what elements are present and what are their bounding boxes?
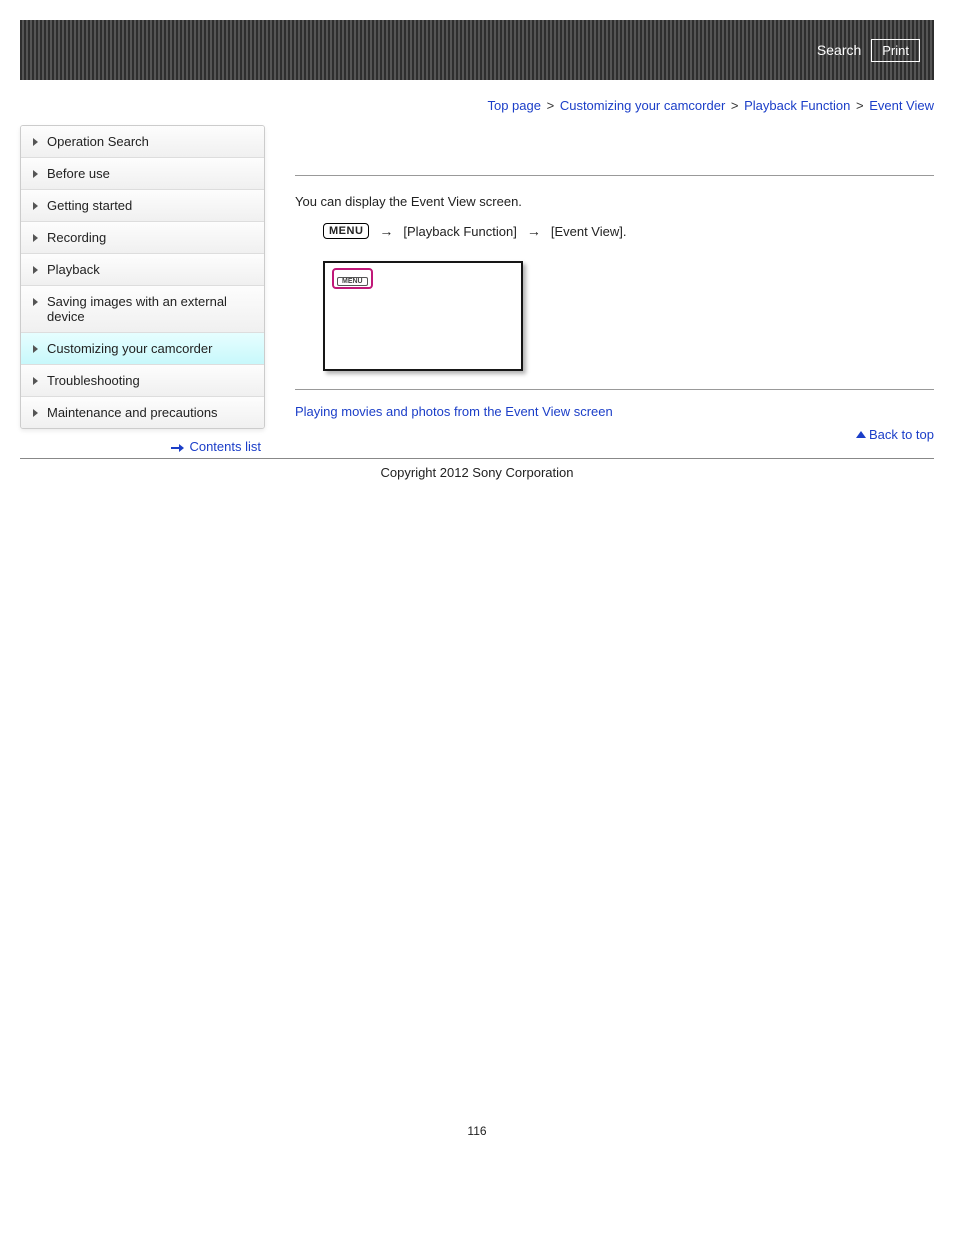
sidebar-item[interactable]: Recording <box>21 222 264 254</box>
breadcrumb-category[interactable]: Customizing your camcorder <box>560 98 725 113</box>
sidebar-item[interactable]: Operation Search <box>21 126 264 158</box>
contents-list-label: Contents list <box>189 439 261 454</box>
sidebar-item[interactable]: Getting started <box>21 190 264 222</box>
arrow-right-icon: → <box>379 223 393 239</box>
breadcrumb-separator: > <box>731 98 739 113</box>
menu-path: MENU → [Playback Function] → [Event View… <box>323 223 934 239</box>
print-button[interactable]: Print <box>871 39 920 62</box>
menu-button-icon: MENU <box>323 223 369 239</box>
divider <box>295 175 934 176</box>
sidebar-item[interactable]: Customizing your camcorder <box>21 333 264 365</box>
breadcrumb-separator: > <box>856 98 864 113</box>
header-bar: Search Print <box>20 20 934 80</box>
breadcrumb-subcategory[interactable]: Playback Function <box>744 98 850 113</box>
breadcrumb-separator: > <box>547 98 555 113</box>
sidebar-item[interactable]: Maintenance and precautions <box>21 397 264 428</box>
contents-list-link[interactable]: Contents list <box>20 439 261 454</box>
instruction-text: You can display the Event View screen. <box>295 194 934 209</box>
sidebar: Operation SearchBefore useGetting starte… <box>20 125 265 429</box>
back-to-top-label: Back to top <box>869 427 934 442</box>
page-number: 116 <box>20 1124 934 1138</box>
breadcrumb: Top page > Customizing your camcorder > … <box>20 98 934 113</box>
copyright-text: Copyright 2012 Sony Corporation <box>20 461 934 484</box>
path-segment: [Playback Function] <box>403 224 516 239</box>
triangle-up-icon <box>856 431 866 438</box>
path-segment: [Event View]. <box>551 224 627 239</box>
breadcrumb-current[interactable]: Event View <box>869 98 934 113</box>
arrow-right-icon: → <box>527 223 541 239</box>
menu-tiny-label: MENU <box>337 277 368 286</box>
main-content: You can display the Event View screen. M… <box>265 125 934 442</box>
sidebar-item[interactable]: Before use <box>21 158 264 190</box>
footer-divider <box>20 458 934 459</box>
screen-illustration: MENU <box>323 261 523 371</box>
breadcrumb-top[interactable]: Top page <box>487 98 541 113</box>
divider <box>295 389 934 390</box>
back-to-top-link[interactable]: Back to top <box>295 427 934 442</box>
highlighted-menu-icon: MENU <box>332 268 373 289</box>
related-link[interactable]: Playing movies and photos from the Event… <box>295 404 934 419</box>
sidebar-item[interactable]: Playback <box>21 254 264 286</box>
sidebar-item[interactable]: Troubleshooting <box>21 365 264 397</box>
arrow-right-icon <box>171 445 185 451</box>
sidebar-item[interactable]: Saving images with an external device <box>21 286 264 333</box>
search-link[interactable]: Search <box>817 42 861 58</box>
